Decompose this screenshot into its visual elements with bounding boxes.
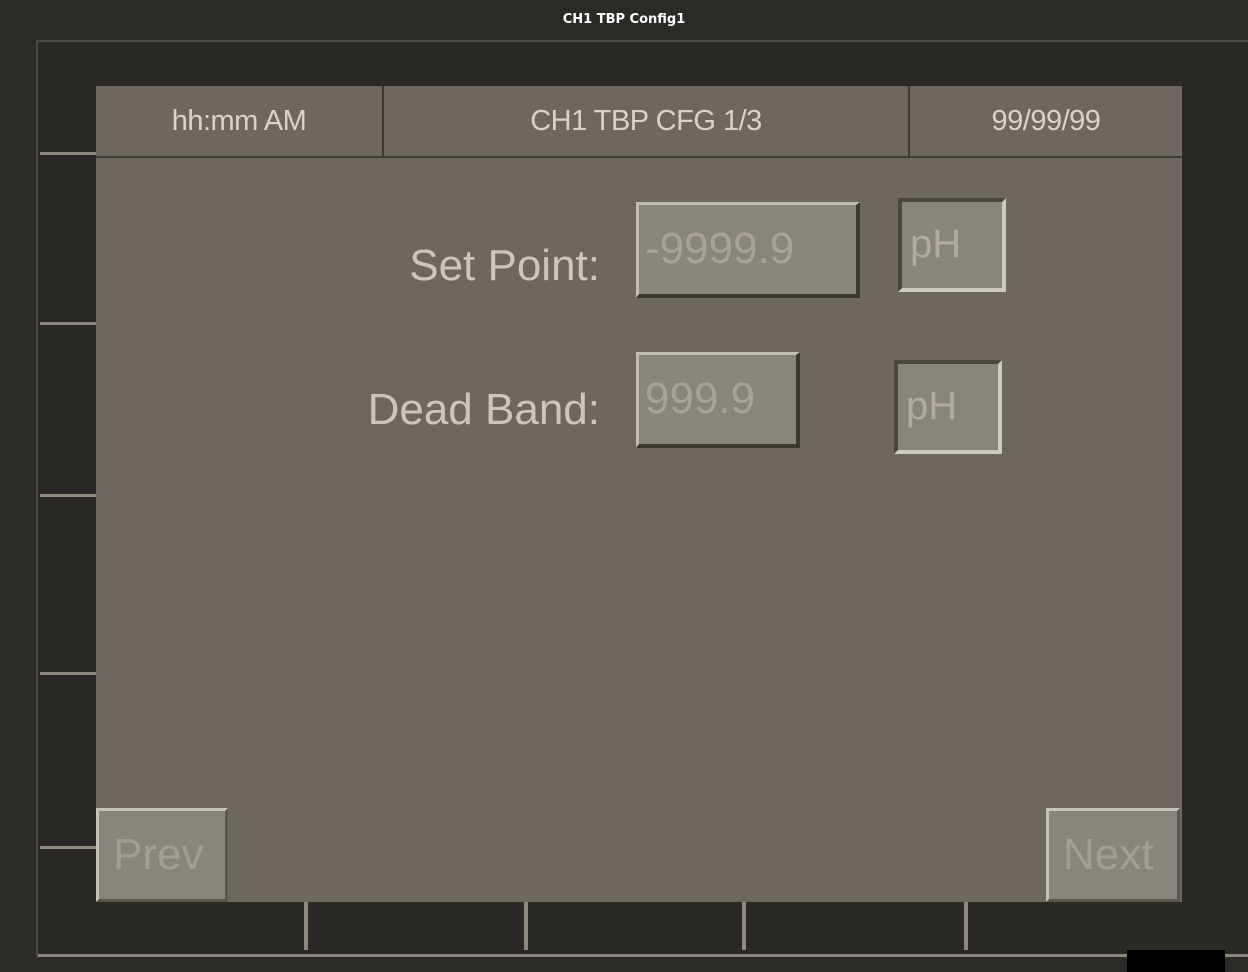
set-point-input[interactable]: -9999.9 [636,202,860,298]
set-point-label: Set Point: [409,241,600,290]
softkey-divider [524,902,528,950]
softkey-divider [40,152,96,155]
status-header: hh:mm AM CH1 TBP CFG 1/3 99/99/99 [96,86,1182,158]
softkey-divider [742,902,746,950]
date-display: 99/99/99 [991,105,1101,137]
window-title: CH1 TBP Config1 [0,0,1248,42]
dead-band-label: Dead Band: [367,385,600,434]
set-point-unit-button[interactable]: pH [898,198,1006,292]
prev-button[interactable]: Prev [96,808,228,902]
softkey-divider [40,846,96,849]
softkey-divider [40,322,96,325]
softkey-divider [304,902,308,950]
status-indicator [1127,950,1225,972]
app-window: CH1 TBP Config1 hh:mm AM CH1 TBP CFG 1/3… [0,0,1248,972]
clock-display: hh:mm AM [171,105,307,137]
softkey-divider [40,672,96,675]
softkey-divider [964,902,968,950]
dead-band-input[interactable]: 999.9 [636,352,800,448]
softkey-divider [40,494,96,497]
screen-title: CH1 TBP CFG 1/3 [530,105,762,137]
bezel-bottom-edge [38,954,1248,957]
dead-band-unit-button[interactable]: pH [894,360,1002,454]
next-button[interactable]: Next [1046,808,1180,902]
